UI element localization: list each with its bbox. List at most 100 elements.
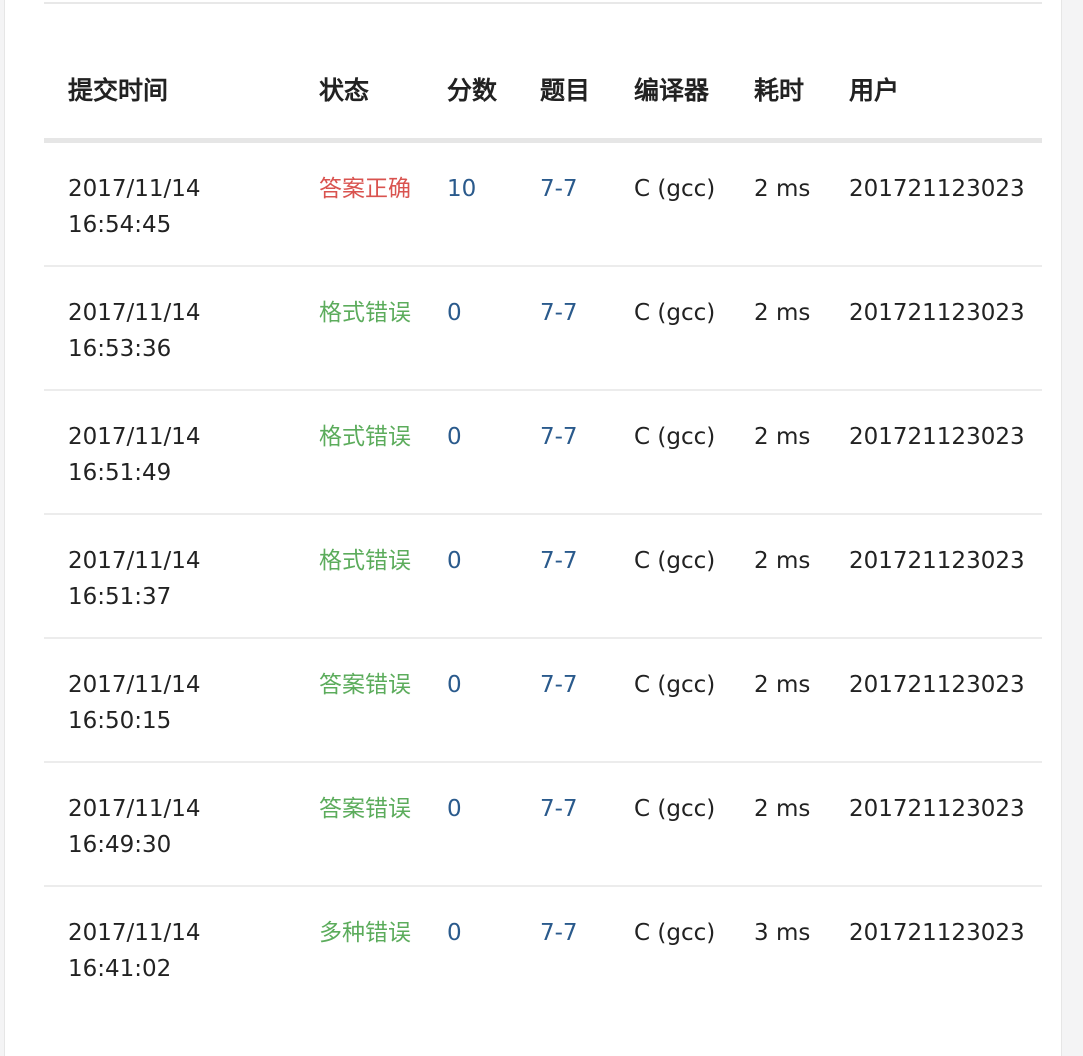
cell-submit-time: 2017/11/14 16:49:30	[44, 762, 295, 887]
cell-compiler: C (gcc)	[610, 514, 730, 639]
cell-compiler: C (gcc)	[610, 266, 730, 391]
table-row: 2017/11/14 16:41:02 多种错误 0 7-7 C (gcc) 3 ms 201…	[44, 886, 1042, 1009]
status-label[interactable]: 格式错误	[319, 424, 411, 450]
cell-problem: 7-7	[516, 514, 610, 639]
status-label[interactable]: 格式错误	[319, 300, 411, 326]
cell-problem: 7-7	[516, 390, 610, 515]
submit-date: 2017/11/14	[68, 920, 201, 946]
status-label[interactable]: 答案错误	[319, 672, 411, 698]
submit-clock: 16:51:49	[68, 460, 172, 486]
header-user[interactable]: 用户	[825, 4, 1042, 143]
table-row: 2017/11/14 16:49:30 答案错误 0 7-7 C (gcc) 2 ms 201…	[44, 762, 1042, 887]
score-link[interactable]: 10	[447, 176, 476, 202]
cell-submit-time: 2017/11/14 16:54:45	[44, 140, 295, 267]
submit-date: 2017/11/14	[68, 176, 201, 202]
problem-link[interactable]: 7-7	[540, 300, 578, 326]
table-row: 2017/11/14 16:54:45 答案正确 10 7-7 C (gcc) 2 ms 20…	[44, 140, 1042, 267]
cell-time-cost: 2 ms	[730, 762, 825, 887]
cell-status: 格式错误	[295, 266, 423, 391]
cell-submit-time: 2017/11/14 16:50:15	[44, 638, 295, 763]
header-problem[interactable]: 题目	[516, 4, 610, 143]
problem-link[interactable]: 7-7	[540, 796, 578, 822]
cell-score: 0	[423, 762, 516, 887]
submit-clock: 16:53:36	[68, 336, 172, 362]
problem-link[interactable]: 7-7	[540, 672, 578, 698]
cell-score: 0	[423, 266, 516, 391]
table-header-row: 提交时间 状态 分数 题目 编译器 耗时 用户	[44, 4, 1042, 143]
cell-user: 201721123023	[825, 638, 1042, 763]
submissions-panel: 提交时间 状态 分数 题目 编译器 耗时 用户 2017/11/14 16:54:…	[4, 0, 1062, 1056]
cell-score: 0	[423, 638, 516, 763]
status-label[interactable]: 多种错误	[319, 920, 411, 946]
cell-time-cost: 2 ms	[730, 390, 825, 515]
score-link[interactable]: 0	[447, 920, 462, 946]
score-link[interactable]: 0	[447, 300, 462, 326]
cell-submit-time: 2017/11/14 16:41:02	[44, 886, 295, 1009]
cell-compiler: C (gcc)	[634, 920, 716, 946]
cell-submit-time: 2017/11/14 16:51:49	[44, 390, 295, 515]
cell-user: 201721123023	[825, 140, 1042, 267]
cell-time-cost: 2 ms	[730, 140, 825, 267]
cell-status: 多种错误	[295, 886, 423, 1009]
cell-status: 格式错误	[295, 514, 423, 639]
submit-date: 2017/11/14	[68, 548, 201, 574]
status-label[interactable]: 答案正确	[319, 176, 411, 202]
table-row: 2017/11/14 16:51:37 格式错误 0 7-7 C (gcc) 2 ms 201…	[44, 514, 1042, 639]
cell-user: 201721123023	[825, 266, 1042, 391]
cell-compiler: C (gcc)	[610, 762, 730, 887]
cell-user: 201721123023	[825, 390, 1042, 515]
table-row: 2017/11/14 16:53:36 格式错误 0 7-7 C (gcc) 2 ms 201…	[44, 266, 1042, 391]
problem-link[interactable]: 7-7	[540, 548, 578, 574]
header-submit-time[interactable]: 提交时间	[44, 4, 295, 143]
problem-link[interactable]: 7-7	[540, 424, 578, 450]
cell-score: 10	[423, 140, 516, 267]
submit-clock: 16:49:30	[68, 832, 172, 858]
submit-clock: 16:41:02	[68, 956, 172, 982]
cell-problem: 7-7	[516, 140, 610, 267]
cell-user: 201721123023	[825, 514, 1042, 639]
submit-date: 2017/11/14	[68, 672, 201, 698]
submit-clock: 16:54:45	[68, 212, 172, 238]
cell-problem: 7-7	[516, 886, 610, 1009]
problem-link[interactable]: 7-7	[540, 920, 578, 946]
cell-problem: 7-7	[516, 266, 610, 391]
score-link[interactable]: 0	[447, 672, 462, 698]
cell-time-cost: 2 ms	[730, 638, 825, 763]
submit-date: 2017/11/14	[68, 424, 201, 450]
cell-submit-time: 2017/11/14 16:53:36	[44, 266, 295, 391]
cell-submit-time: 2017/11/14 16:51:37	[44, 514, 295, 639]
table-row: 2017/11/14 16:50:15 答案错误 0 7-7 C (gcc) 2 ms 201…	[44, 638, 1042, 763]
cell-time-cost: 2 ms	[730, 514, 825, 639]
cell-problem: 7-7	[516, 638, 610, 763]
header-time-cost[interactable]: 耗时	[730, 4, 825, 143]
cell-status: 答案错误	[295, 638, 423, 763]
cell-score: 0	[423, 514, 516, 639]
submit-date: 2017/11/14	[68, 300, 201, 326]
cell-compiler: C (gcc)	[610, 638, 730, 763]
score-link[interactable]: 0	[447, 796, 462, 822]
score-link[interactable]: 0	[447, 424, 462, 450]
cell-user: 201721123023	[825, 762, 1042, 887]
cell-score: 0	[423, 390, 516, 515]
header-score[interactable]: 分数	[423, 4, 516, 143]
cell-compiler: C (gcc)	[610, 390, 730, 515]
cell-status: 答案正确	[295, 140, 423, 267]
cell-status: 格式错误	[295, 390, 423, 515]
submit-clock: 16:50:15	[68, 708, 172, 734]
header-status[interactable]: 状态	[295, 4, 423, 143]
status-label[interactable]: 答案错误	[319, 796, 411, 822]
cell-user: 201721123023	[849, 920, 1025, 946]
cell-status: 答案错误	[295, 762, 423, 887]
submissions-table: 提交时间 状态 分数 题目 编译器 耗时 用户 2017/11/14 16:54:…	[44, 4, 1042, 1009]
cell-compiler: C (gcc)	[610, 140, 730, 267]
score-link[interactable]: 0	[447, 548, 462, 574]
header-compiler[interactable]: 编译器	[610, 4, 730, 143]
cell-time-cost: 2 ms	[730, 266, 825, 391]
status-label[interactable]: 格式错误	[319, 548, 411, 574]
problem-link[interactable]: 7-7	[540, 176, 578, 202]
cell-score: 0	[423, 886, 516, 1009]
table-row: 2017/11/14 16:51:49 格式错误 0 7-7 C (gcc) 2 ms 201…	[44, 390, 1042, 515]
submit-clock: 16:51:37	[68, 584, 172, 610]
submit-date: 2017/11/14	[68, 796, 201, 822]
cell-time-cost: 3 ms	[754, 920, 811, 946]
